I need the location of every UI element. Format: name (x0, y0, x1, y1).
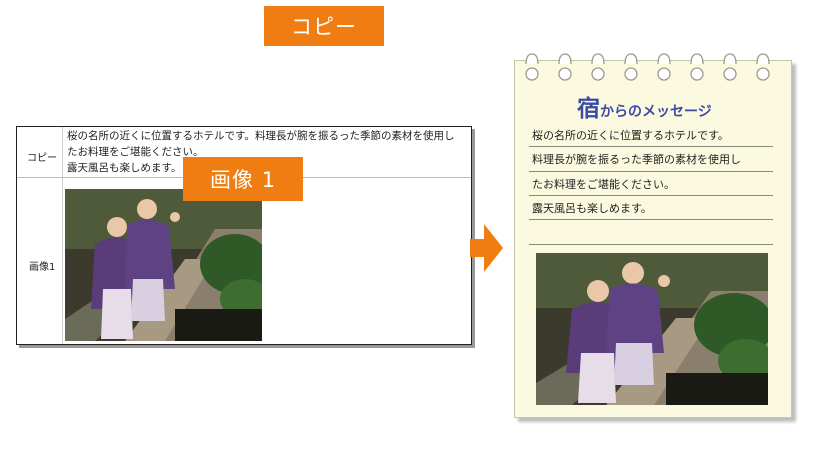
rule-line (529, 171, 773, 172)
message-notepad-preview: 宿からのメッセージ 桜の名所の近くに位置するホテルです。 料理長が腕を振るった季… (514, 60, 792, 418)
preview-line: たお料理をご堪能ください。 (532, 178, 675, 191)
hotel-photo-input[interactable] (65, 189, 262, 341)
rule-line (529, 146, 773, 147)
image-callout-label: 画像 1 (183, 157, 303, 201)
preview-line: 露天風呂も楽しめます。 (532, 202, 652, 215)
preview-line: 桜の名所の近くに位置するホテルです。 (532, 129, 729, 142)
column-divider (62, 127, 63, 344)
spiral-ring-icon (525, 53, 770, 81)
copy-callout-label: コピー (264, 6, 384, 46)
copy-line: 桜の名所の近くに位置するホテルです。料理長が腕を振るった季節の素材を使用し (67, 130, 455, 142)
arrow-right-icon (470, 224, 503, 272)
preview-line: 料理長が腕を振るった季節の素材を使用し (532, 153, 741, 166)
rule-line (529, 219, 773, 220)
copy-field-label: コピー (27, 153, 57, 164)
rule-line (529, 244, 773, 245)
preview-title-text: からのメッセージ (600, 104, 712, 120)
rule-line (529, 195, 773, 196)
preview-title: 宿からのメッセージ (577, 89, 712, 123)
preview-title-kanji: 宿 (577, 95, 600, 122)
image-field-label: 画像1 (29, 262, 56, 273)
hotel-photo-preview (536, 253, 768, 405)
